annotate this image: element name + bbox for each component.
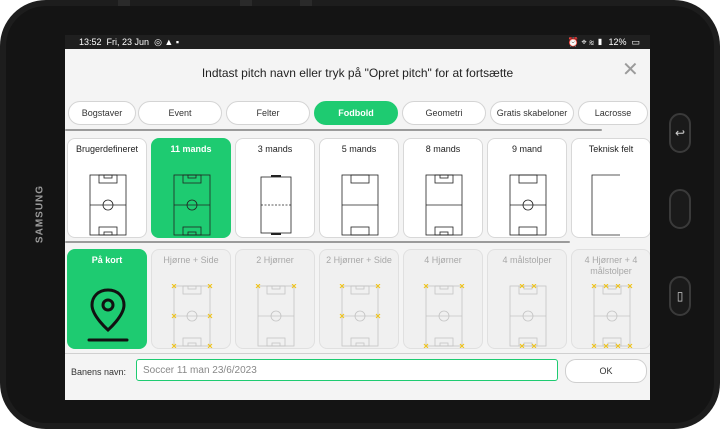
brand-logo: SAMSUNG bbox=[34, 184, 46, 244]
category-tabs: Bogstaver Event Felter Fodbold Geometri Grati… bbox=[65, 101, 650, 127]
technical-area-icon bbox=[591, 174, 620, 236]
pitch-diagram-icon bbox=[341, 174, 379, 236]
markings-card-label: 4 målstolper bbox=[502, 255, 552, 265]
tab-bogstaver[interactable]: Bogstaver bbox=[68, 101, 136, 125]
back-button[interactable]: ↩ bbox=[669, 113, 691, 153]
pitch-diagram-icon bbox=[509, 174, 547, 236]
templates-card-label: 3 mands bbox=[257, 144, 293, 154]
tab-gratis-skabeloner[interactable]: Gratis skabeloner bbox=[490, 101, 574, 125]
templates-card[interactable]: Brugerdefineret bbox=[67, 138, 147, 238]
markings-card: 2 Hjørner + Side bbox=[319, 249, 399, 349]
templates-card-label: 11 mands bbox=[170, 144, 212, 154]
status-bar: 13:52 Fri, 23 Jun ◎ ▲ ▪ ⏰ ⌖ ≋ ▮ 12% ▭ bbox=[65, 35, 650, 49]
markings-card[interactable]: På kort bbox=[67, 249, 147, 349]
templates-card-label: 5 mands bbox=[341, 144, 377, 154]
templates-card-label: 9 mand bbox=[511, 144, 543, 154]
templates-card[interactable]: 5 mands bbox=[319, 138, 399, 238]
templates-card-label: Teknisk felt bbox=[588, 144, 634, 154]
pitch-diagram-icon bbox=[260, 175, 292, 235]
tablet-device: SAMSUNG ↩ ▯ 13:52 Fri, 23 Jun ◎ ▲ ▪ ⏰ ⌖ … bbox=[0, 0, 720, 429]
notification-icons: ◎ ▲ ▪ bbox=[154, 37, 180, 47]
markings-card: Hjørne + Side bbox=[151, 249, 231, 349]
tab-felter[interactable]: Felter bbox=[226, 101, 310, 125]
pitch-diagram-icon bbox=[173, 174, 211, 236]
battery-icon: ▭ bbox=[631, 37, 640, 47]
battery-level: 12% bbox=[608, 37, 627, 47]
top-button bbox=[118, 0, 130, 6]
templates-card[interactable]: Teknisk felt bbox=[571, 138, 650, 238]
markings-card: 4 Hjørner + 4 målstolper bbox=[571, 249, 650, 349]
markings-card-label: Hjørne + Side bbox=[163, 255, 219, 265]
signal-icons: ⏰ ⌖ ≋ ▮ bbox=[567, 37, 604, 47]
markings-card-label: 2 Hjørner bbox=[256, 255, 294, 265]
close-icon[interactable]: ✕ bbox=[622, 60, 639, 80]
templates-card[interactable]: 11 mands bbox=[151, 138, 231, 238]
tabs-scrollbar[interactable] bbox=[65, 129, 602, 131]
markings-card-label: 4 Hjørner + 4 målstolper bbox=[584, 255, 638, 276]
markings-card-label: 4 Hjørner bbox=[424, 255, 462, 265]
pitch-name-input[interactable] bbox=[136, 359, 558, 381]
screen: 13:52 Fri, 23 Jun ◎ ▲ ▪ ⏰ ⌖ ≋ ▮ 12% ▭ In… bbox=[65, 35, 650, 400]
status-time: 13:52 bbox=[79, 37, 102, 47]
pitch-diagram-icon bbox=[425, 174, 463, 236]
template-row: Brugerdefineret 11 mands 3 mands 5 mands 8 m… bbox=[67, 138, 650, 238]
footer-divider bbox=[65, 353, 650, 354]
templates-scrollbar[interactable] bbox=[65, 241, 570, 243]
tab-lacrosse[interactable]: Lacrosse bbox=[578, 101, 648, 125]
pitch-diagram-icon bbox=[255, 284, 297, 347]
map-pin-icon bbox=[87, 288, 129, 342]
ok-button[interactable]: OK bbox=[565, 359, 647, 383]
recent-apps-button[interactable]: ▯ bbox=[669, 276, 691, 316]
pitch-diagram-icon bbox=[339, 284, 381, 347]
markings-card-label: På kort bbox=[91, 255, 123, 265]
pitch-diagram-icon bbox=[591, 284, 633, 348]
home-button[interactable] bbox=[669, 189, 691, 229]
templates-card[interactable]: 8 mands bbox=[403, 138, 483, 238]
markings-card: 4 målstolper bbox=[487, 249, 567, 349]
markings-card: 2 Hjørner bbox=[235, 249, 315, 349]
pitch-name-label: Banens navn: bbox=[71, 367, 127, 377]
top-button bbox=[300, 0, 312, 6]
templates-card-label: Brugerdefineret bbox=[75, 144, 139, 154]
templates-card[interactable]: 9 mand bbox=[487, 138, 567, 238]
dialog-title: Indtast pitch navn eller tryk på "Opret … bbox=[201, 66, 514, 80]
templates-card-label: 8 mands bbox=[425, 144, 461, 154]
pitch-diagram-icon bbox=[89, 174, 127, 236]
tab-fodbold[interactable]: Fodbold bbox=[314, 101, 398, 125]
pitch-diagram-icon bbox=[171, 284, 213, 348]
pitch-diagram-icon bbox=[423, 284, 465, 348]
markings-row: På kort Hjørne + Side 2 Hjørner 2 Hjørner +… bbox=[67, 249, 650, 349]
markings-card-label: 2 Hjørner + Side bbox=[326, 255, 392, 265]
tab-geometri[interactable]: Geometri bbox=[402, 101, 486, 125]
templates-card[interactable]: 3 mands bbox=[235, 138, 315, 238]
pitch-diagram-icon bbox=[509, 284, 547, 348]
markings-card: 4 Hjørner bbox=[403, 249, 483, 349]
top-button bbox=[240, 0, 252, 6]
status-date: Fri, 23 Jun bbox=[106, 37, 150, 47]
tab-event[interactable]: Event bbox=[138, 101, 222, 125]
